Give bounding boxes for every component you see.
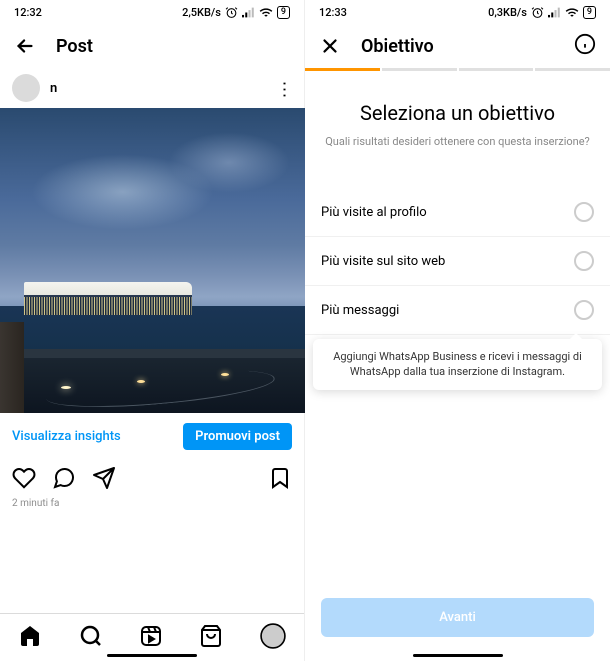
- back-icon[interactable]: [14, 35, 36, 57]
- battery-icon: 9: [583, 6, 596, 19]
- radio-icon: [574, 251, 594, 271]
- close-icon[interactable]: [319, 35, 341, 57]
- like-icon[interactable]: [12, 466, 36, 490]
- status-time: 12:32: [14, 6, 42, 19]
- home-indicator: [107, 654, 197, 657]
- data-rate: 2,5KB/s: [182, 6, 221, 19]
- reels-icon[interactable]: [139, 624, 163, 652]
- avatar[interactable]: [12, 74, 40, 102]
- goal-options: Più visite al profilo Più visite sul sit…: [305, 188, 610, 335]
- option-website-visits[interactable]: Più visite sul sito web: [305, 237, 610, 286]
- alarm-icon: [225, 6, 238, 19]
- post-image[interactable]: [0, 108, 305, 413]
- post-screen: 12:32 2,5KB/s 9 Post n ⋯ Visualizza insi…: [0, 0, 305, 661]
- status-bar: 12:32 2,5KB/s 9: [0, 0, 304, 24]
- goal-header: Obiettivo: [305, 24, 610, 68]
- option-more-messages[interactable]: Più messaggi: [305, 286, 610, 335]
- page-title: Post: [56, 36, 93, 57]
- search-icon[interactable]: [79, 624, 103, 652]
- goal-title: Seleziona un obiettivo: [321, 101, 594, 125]
- profile-icon[interactable]: [260, 623, 286, 653]
- option-label: Più visite sul sito web: [321, 254, 445, 269]
- comment-icon[interactable]: [52, 466, 76, 490]
- promote-button[interactable]: Promuovi post: [183, 423, 292, 450]
- status-right: 0,3KB/s 9: [488, 6, 596, 19]
- username[interactable]: n: [50, 81, 266, 96]
- post-author-row: n ⋯: [0, 68, 304, 108]
- data-rate: 0,3KB/s: [488, 6, 527, 19]
- insights-link[interactable]: Visualizza insights: [12, 429, 121, 444]
- home-icon[interactable]: [18, 624, 42, 652]
- option-profile-visits[interactable]: Più visite al profilo: [305, 188, 610, 237]
- alarm-icon: [531, 6, 544, 19]
- next-button[interactable]: Avanti: [321, 598, 594, 637]
- whatsapp-tooltip: Aggiungi WhatsApp Business e ricevi i me…: [313, 339, 602, 390]
- info-icon[interactable]: [574, 33, 596, 59]
- wifi-icon: [259, 7, 273, 18]
- goal-screen: 12:33 0,3KB/s 9 Obiettivo Seleziona un o…: [305, 0, 610, 661]
- signal-icon: [548, 7, 561, 18]
- home-indicator: [413, 654, 503, 657]
- more-options-icon[interactable]: ⋯: [274, 80, 295, 96]
- share-icon[interactable]: [92, 466, 116, 490]
- option-label: Più visite al profilo: [321, 205, 427, 220]
- post-timestamp: 2 minuti fa: [0, 496, 304, 511]
- radio-icon: [574, 300, 594, 320]
- status-time: 12:33: [319, 6, 347, 19]
- option-label: Più messaggi: [321, 303, 399, 318]
- battery-icon: 9: [277, 6, 290, 19]
- wifi-icon: [565, 7, 579, 18]
- insights-row: Visualizza insights Promuovi post: [0, 413, 304, 460]
- page-title: Obiettivo: [361, 36, 434, 57]
- shop-icon[interactable]: [199, 624, 223, 652]
- post-header: Post: [0, 24, 304, 68]
- radio-icon: [574, 202, 594, 222]
- bookmark-icon[interactable]: [268, 466, 292, 490]
- signal-icon: [242, 7, 255, 18]
- status-right: 2,5KB/s 9: [182, 6, 290, 19]
- goal-heading: Seleziona un obiettivo Quali risultati d…: [305, 71, 610, 164]
- post-actions: [0, 460, 304, 496]
- goal-subtitle: Quali risultati desideri ottenere con qu…: [321, 135, 594, 148]
- status-bar: 12:33 0,3KB/s 9: [305, 0, 610, 24]
